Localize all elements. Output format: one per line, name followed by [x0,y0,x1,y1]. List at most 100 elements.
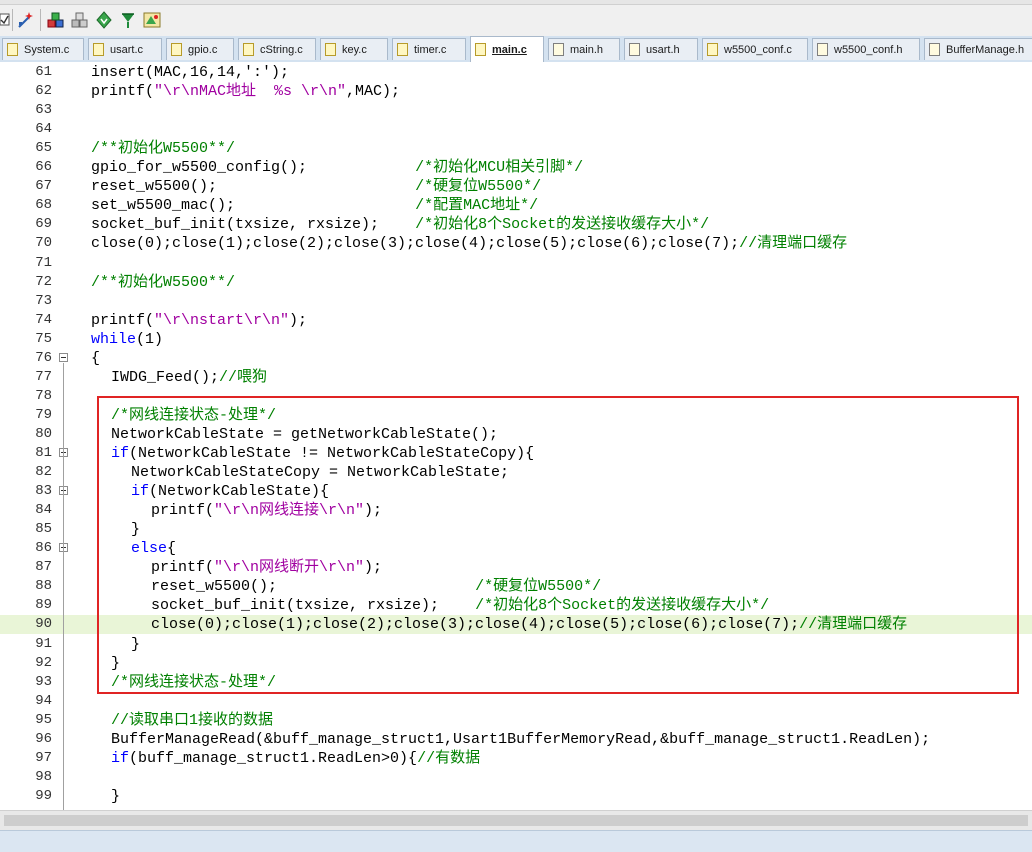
code-text: close(0);close(1);close(2);close(3);clos… [91,234,847,253]
tab-w5500_conf-h[interactable]: w5500_conf.h [812,38,920,60]
file-icon [553,43,564,56]
tab-usart-h[interactable]: usart.h [624,38,698,60]
line-number: 97 [35,749,52,766]
code-line[interactable]: 70 close(0);close(1);close(2);close(3);cl… [0,234,1032,253]
code-line[interactable]: 69 socket_buf_init(txsize, rxsize); /*初始化… [0,215,1032,234]
fold-toggle-icon[interactable] [59,352,68,362]
code-text: socket_buf_init(txsize, rxsize); /*初始化8个… [91,215,709,234]
file-icon [93,43,104,56]
file-icon [243,43,254,56]
code-text: } [111,787,120,806]
line-number: 96 [35,730,52,747]
code-token: close(0);close(1);close(2);close(3);clos… [91,235,740,253]
line-number: 89 [35,597,52,614]
code-line[interactable]: 96 BufferManageRead(&buff_manage_struct1,… [0,730,1032,749]
file-icon [629,43,640,56]
tab-label: System.c [24,43,70,56]
options-icon[interactable] [142,10,162,30]
line-number: 73 [35,292,52,309]
code-line[interactable]: 73 [0,292,1032,311]
code-line[interactable]: 67 reset_w5500(); /*硬复位W5500*/ [0,177,1032,196]
code-text: //读取串口1接收的数据 [111,711,273,730]
download-icon[interactable] [94,10,114,30]
code-line[interactable]: 61 insert(MAC,16,14,':'); [0,63,1032,82]
code-line[interactable]: 68 set_w5500_mac(); /*配置MAC地址*/ [0,196,1032,215]
code-line[interactable]: 97 if(buff_manage_struct1.ReadLen>0){//有数… [0,749,1032,768]
code-token: (1) [136,330,164,348]
tab-w5500_conf-c[interactable]: w5500_conf.c [702,38,808,60]
line-number: 92 [35,654,52,671]
line-number: 81 [35,445,52,461]
code-text: { [91,349,100,368]
code-editor[interactable]: 61 insert(MAC,16,14,':'); 62 printf("\r\nMA… [0,62,1032,810]
code-line[interactable]: 75 while(1) [0,330,1032,349]
code-text: /**初始化W5500**/ [91,139,235,158]
code-line[interactable]: 66 gpio_for_w5500_config(); /*初始化MCU相关引脚*… [0,158,1032,177]
tab-usart-c[interactable]: usart.c [88,38,162,60]
code-line[interactable]: 99} [0,787,1032,806]
line-number: 77 [35,368,52,385]
line-number: 76 [35,349,52,366]
status-bar [0,830,1032,852]
code-line[interactable]: 94 [0,692,1032,711]
tab-buffermanage-h[interactable]: BufferManage.h [924,38,1032,60]
file-icon [817,43,828,56]
code-line[interactable]: 62 printf("\r\nMAC地址 %s \r\n",MAC); [0,82,1032,101]
code-line[interactable]: 71 [0,254,1032,273]
wizard-icon[interactable] [16,10,36,30]
tab-timer-c[interactable]: timer.c [392,38,466,60]
code-token: ); [289,311,308,329]
tab-label: main.c [492,43,527,56]
line-number: 63 [35,102,52,119]
fold-guide [63,362,64,810]
code-line[interactable]: 74 printf("\r\nstart\r\n"); [0,311,1032,330]
code-text: set_w5500_mac(); /*配置MAC地址*/ [91,196,538,215]
tab-system-c[interactable]: System.c [2,38,84,60]
code-token: if [111,749,130,767]
toolbar [0,0,1032,37]
code-token: IWDG_Feed(); [111,368,220,386]
tab-key-c[interactable]: key.c [320,38,388,60]
line-number: 70 [35,235,52,252]
build-icon[interactable] [46,10,66,30]
code-line[interactable]: 64 [0,120,1032,139]
code-token: /*硬复位W5500*/ [415,178,542,196]
horizontal-scrollbar[interactable] [0,810,1032,831]
tab-label: main.h [570,43,604,56]
line-number: 87 [35,559,52,576]
code-line[interactable]: 77 IWDG_Feed();//喂狗 [0,368,1032,387]
highlight-box [97,396,1019,694]
code-line[interactable]: 65 /**初始化W5500**/ [0,139,1032,158]
tab-main-c[interactable]: main.c [470,36,544,62]
tab-main-h[interactable]: main.h [548,38,620,60]
code-line[interactable]: 63 [0,101,1032,120]
code-line[interactable]: 76 { [0,349,1032,368]
code-token: socket_buf_init(txsize, rxsize); [91,216,416,234]
menu-strip-edge [0,0,1032,5]
code-token: /**初始化W5500**/ [91,273,236,291]
code-token: /**初始化W5500**/ [91,140,236,158]
code-text: if(buff_manage_struct1.ReadLen>0){//有数据 [111,749,480,768]
tab-gpio-c[interactable]: gpio.c [166,38,234,60]
line-number: 78 [35,387,52,404]
code-text: insert(MAC,16,14,':'); [91,63,289,82]
code-line[interactable]: 98 [0,768,1032,787]
line-number: 88 [35,578,52,595]
file-tab-bar: System.c usart.c gpio.c cString.c key.c timer… [0,36,1032,63]
debug-icon[interactable] [118,10,138,30]
code-token: //清理端口缓存 [739,235,848,253]
code-line[interactable]: 72 /**初始化W5500**/ [0,273,1032,292]
scrollbar-thumb[interactable] [4,815,1028,826]
tab-cstring-c[interactable]: cString.c [238,38,316,60]
code-token: "\r\nMAC地址 %s \r\n" [154,83,347,101]
code-token: { [91,349,101,367]
line-number: 62 [35,83,52,100]
tab-label: BufferManage.h [946,43,1025,56]
rebuild-icon[interactable] [70,10,90,30]
code-line[interactable]: 95 //读取串口1接收的数据 [0,711,1032,730]
code-token: //读取串口1接收的数据 [111,711,274,729]
tab-label: cString.c [260,43,303,56]
line-number: 86 [35,540,52,557]
code-token: ,MAC); [346,83,401,101]
line-number: 83 [35,483,52,500]
